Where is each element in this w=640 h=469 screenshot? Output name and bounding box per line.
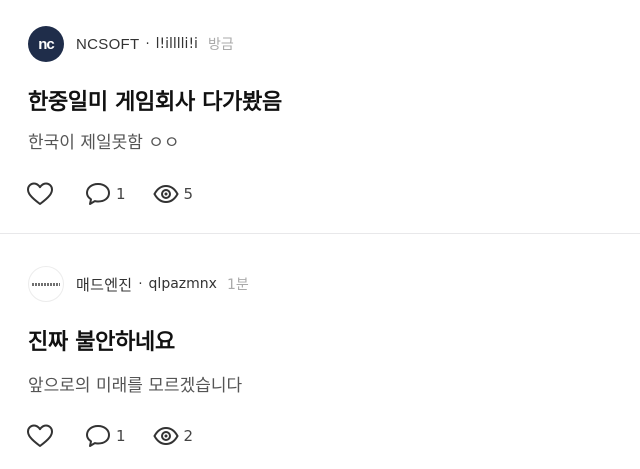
view-count: 2 — [183, 427, 194, 445]
post-feed: nc NCSOFT · l!illlli!i 방금 한중일미 게임회사 다가봤음… — [0, 0, 640, 468]
separator-dot: · — [138, 276, 143, 292]
post-meta: nc NCSOFT · l!illlli!i 방금 — [28, 26, 234, 62]
post-title[interactable]: 한중일미 게임회사 다가봤음 — [28, 84, 282, 116]
post-card[interactable]: nc NCSOFT · l!illlli!i 방금 한중일미 게임회사 다가봤음… — [0, 0, 640, 233]
comment-icon — [86, 183, 110, 205]
post-body[interactable]: 앞으로의 미래를 모르겠습니다 — [28, 371, 242, 396]
like-button[interactable] — [26, 423, 58, 449]
madengine-logo-icon — [32, 282, 60, 286]
company-name[interactable]: 매드엔진 — [76, 274, 132, 295]
comment-button[interactable]: 1 — [84, 181, 126, 207]
comment-count: 1 — [116, 185, 126, 203]
post-actions: 1 5 — [26, 180, 219, 208]
author-nickname[interactable]: l!illlli!i — [156, 36, 198, 52]
separator-dot: · — [145, 36, 150, 52]
views: 2 — [152, 423, 194, 449]
post-actions: 1 2 — [26, 422, 219, 450]
comment-count: 1 — [116, 427, 126, 445]
post-meta: 매드엔진 · qlpazmnx 1분 — [28, 266, 249, 302]
views: 5 — [152, 181, 194, 207]
like-button[interactable] — [26, 181, 58, 207]
post-time: 1분 — [226, 277, 249, 293]
heart-icon — [27, 424, 53, 447]
company-avatar[interactable] — [28, 266, 64, 302]
post-title[interactable]: 진짜 불안하네요 — [28, 324, 175, 356]
company-avatar[interactable]: nc — [28, 26, 64, 62]
company-name[interactable]: NCSOFT — [76, 36, 139, 53]
comment-button[interactable]: 1 — [84, 423, 126, 449]
post-body[interactable]: 한국이 제일못함 ㅇㅇ — [28, 128, 180, 153]
post-time: 방금 — [207, 37, 234, 53]
heart-icon — [27, 182, 53, 205]
post-card[interactable]: 매드엔진 · qlpazmnx 1분 진짜 불안하네요 앞으로의 미래를 모르겠… — [0, 233, 640, 468]
comment-icon — [86, 425, 110, 447]
view-count: 5 — [183, 185, 194, 203]
eye-icon — [152, 426, 179, 446]
author-nickname[interactable]: qlpazmnx — [149, 276, 217, 292]
nc-logo-icon: nc — [38, 35, 54, 53]
eye-icon — [152, 184, 179, 204]
